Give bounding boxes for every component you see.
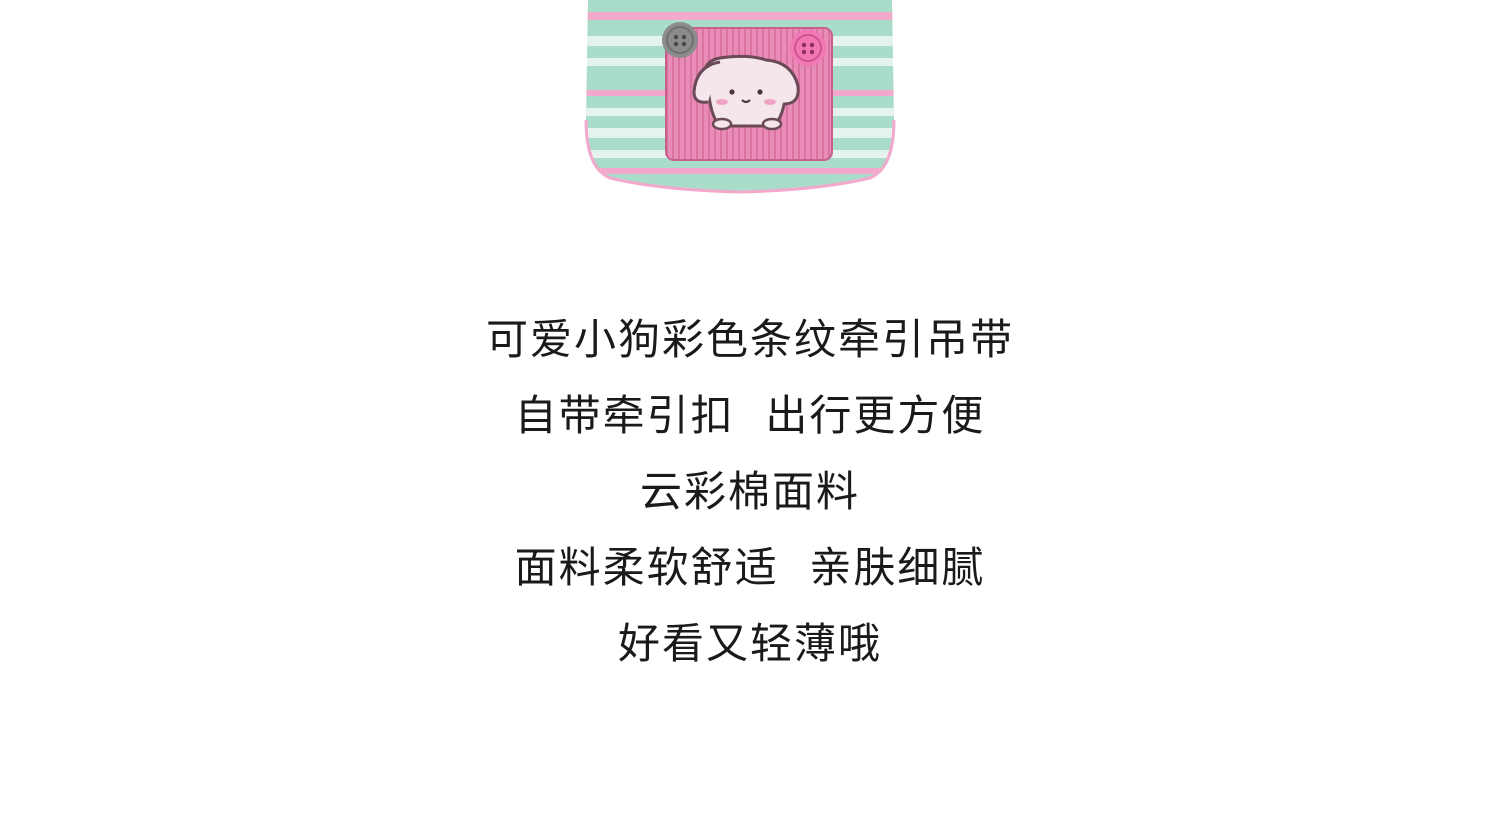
- feature-fabric: 云彩棉面料: [639, 467, 860, 516]
- product-description: 可爱小狗彩色条纹牵引吊带 自带牵引扣 出行更方便 云彩棉面料 面料柔软舒适 亲肤…: [0, 302, 1500, 682]
- feature-comfort: 面料柔软舒适 亲肤细腻: [514, 543, 986, 592]
- button-gray-icon: [662, 22, 698, 58]
- product-title: 可爱小狗彩色条纹牵引吊带: [485, 315, 1014, 364]
- feature-leash-buckle: 自带牵引扣 出行更方便: [514, 391, 986, 440]
- dog-pocket-illustration: [584, 0, 896, 194]
- feature-lightweight: 好看又轻薄哦: [617, 619, 882, 668]
- product-detail-page: 可爱小狗彩色条纹牵引吊带 自带牵引扣 出行更方便 云彩棉面料 面料柔软舒适 亲肤…: [0, 0, 1500, 814]
- button-pink-icon: [790, 30, 826, 66]
